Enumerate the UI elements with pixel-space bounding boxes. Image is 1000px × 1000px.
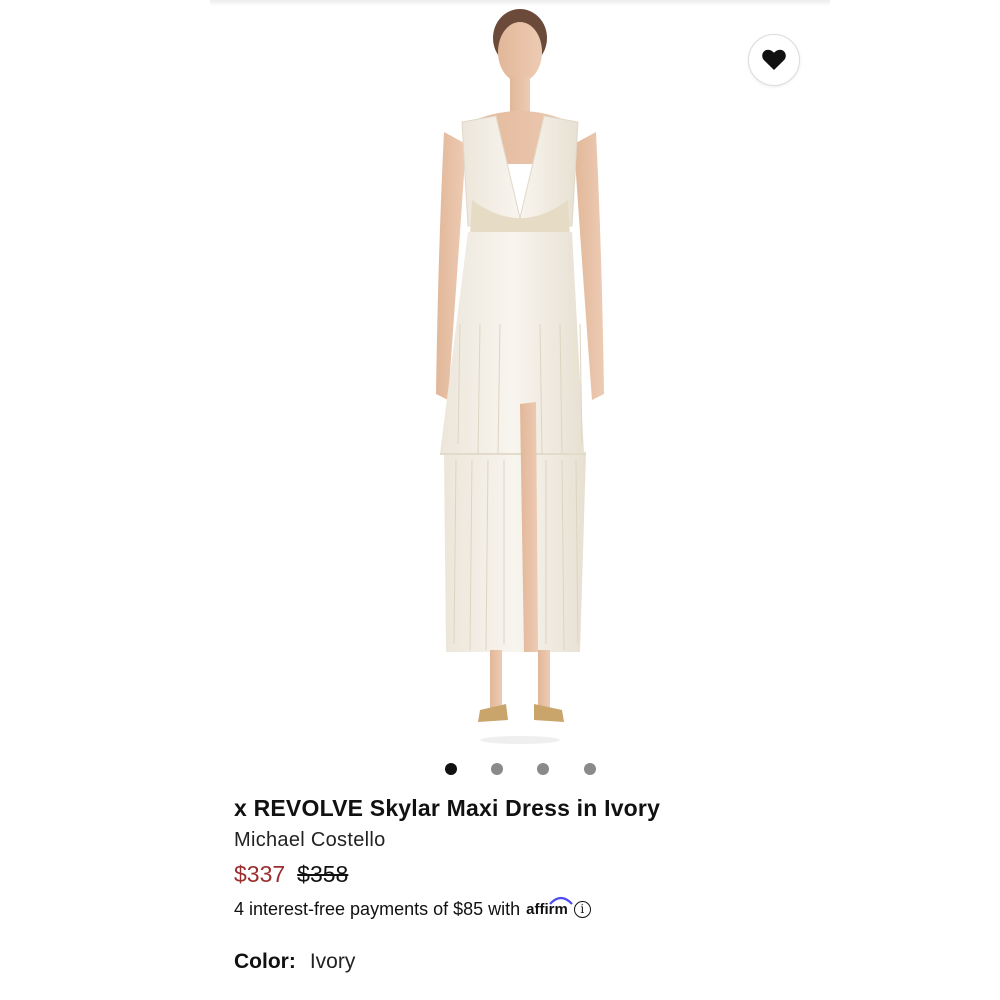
color-label: Color: <box>234 950 296 973</box>
carousel-dot-1[interactable] <box>445 763 457 775</box>
carousel-dot-4[interactable] <box>584 763 596 775</box>
product-title: x REVOLVE Skylar Maxi Dress in Ivory <box>234 795 661 821</box>
product-info: x REVOLVE Skylar Maxi Dress in Ivory Mic… <box>234 792 854 974</box>
product-image[interactable] <box>400 4 640 746</box>
sale-price: $337 <box>234 860 286 887</box>
product-page: x REVOLVE Skylar Maxi Dress in Ivory Mic… <box>0 0 1000 1000</box>
price-row: $337 $358 <box>234 858 854 890</box>
info-icon[interactable]: i <box>573 900 591 918</box>
carousel-dot-2[interactable] <box>491 763 503 775</box>
installments-row: 4 interest-free payments of $85 with aff… <box>234 894 854 924</box>
carousel-dots <box>440 763 610 777</box>
color-row: Color: Ivory <box>234 950 854 974</box>
product-brand-link[interactable]: Michael Costello <box>234 826 854 854</box>
wishlist-button[interactable] <box>748 34 800 86</box>
installments-text: 4 interest-free payments of $85 with <box>234 898 521 919</box>
affirm-logo[interactable]: affirm <box>526 896 573 918</box>
original-price: $358 <box>297 860 349 887</box>
color-value: Ivory <box>309 950 356 973</box>
affirm-arc-icon <box>549 896 573 905</box>
carousel-dot-3[interactable] <box>537 763 549 775</box>
heart-icon <box>762 49 786 70</box>
dress-model-illustration <box>436 9 604 744</box>
